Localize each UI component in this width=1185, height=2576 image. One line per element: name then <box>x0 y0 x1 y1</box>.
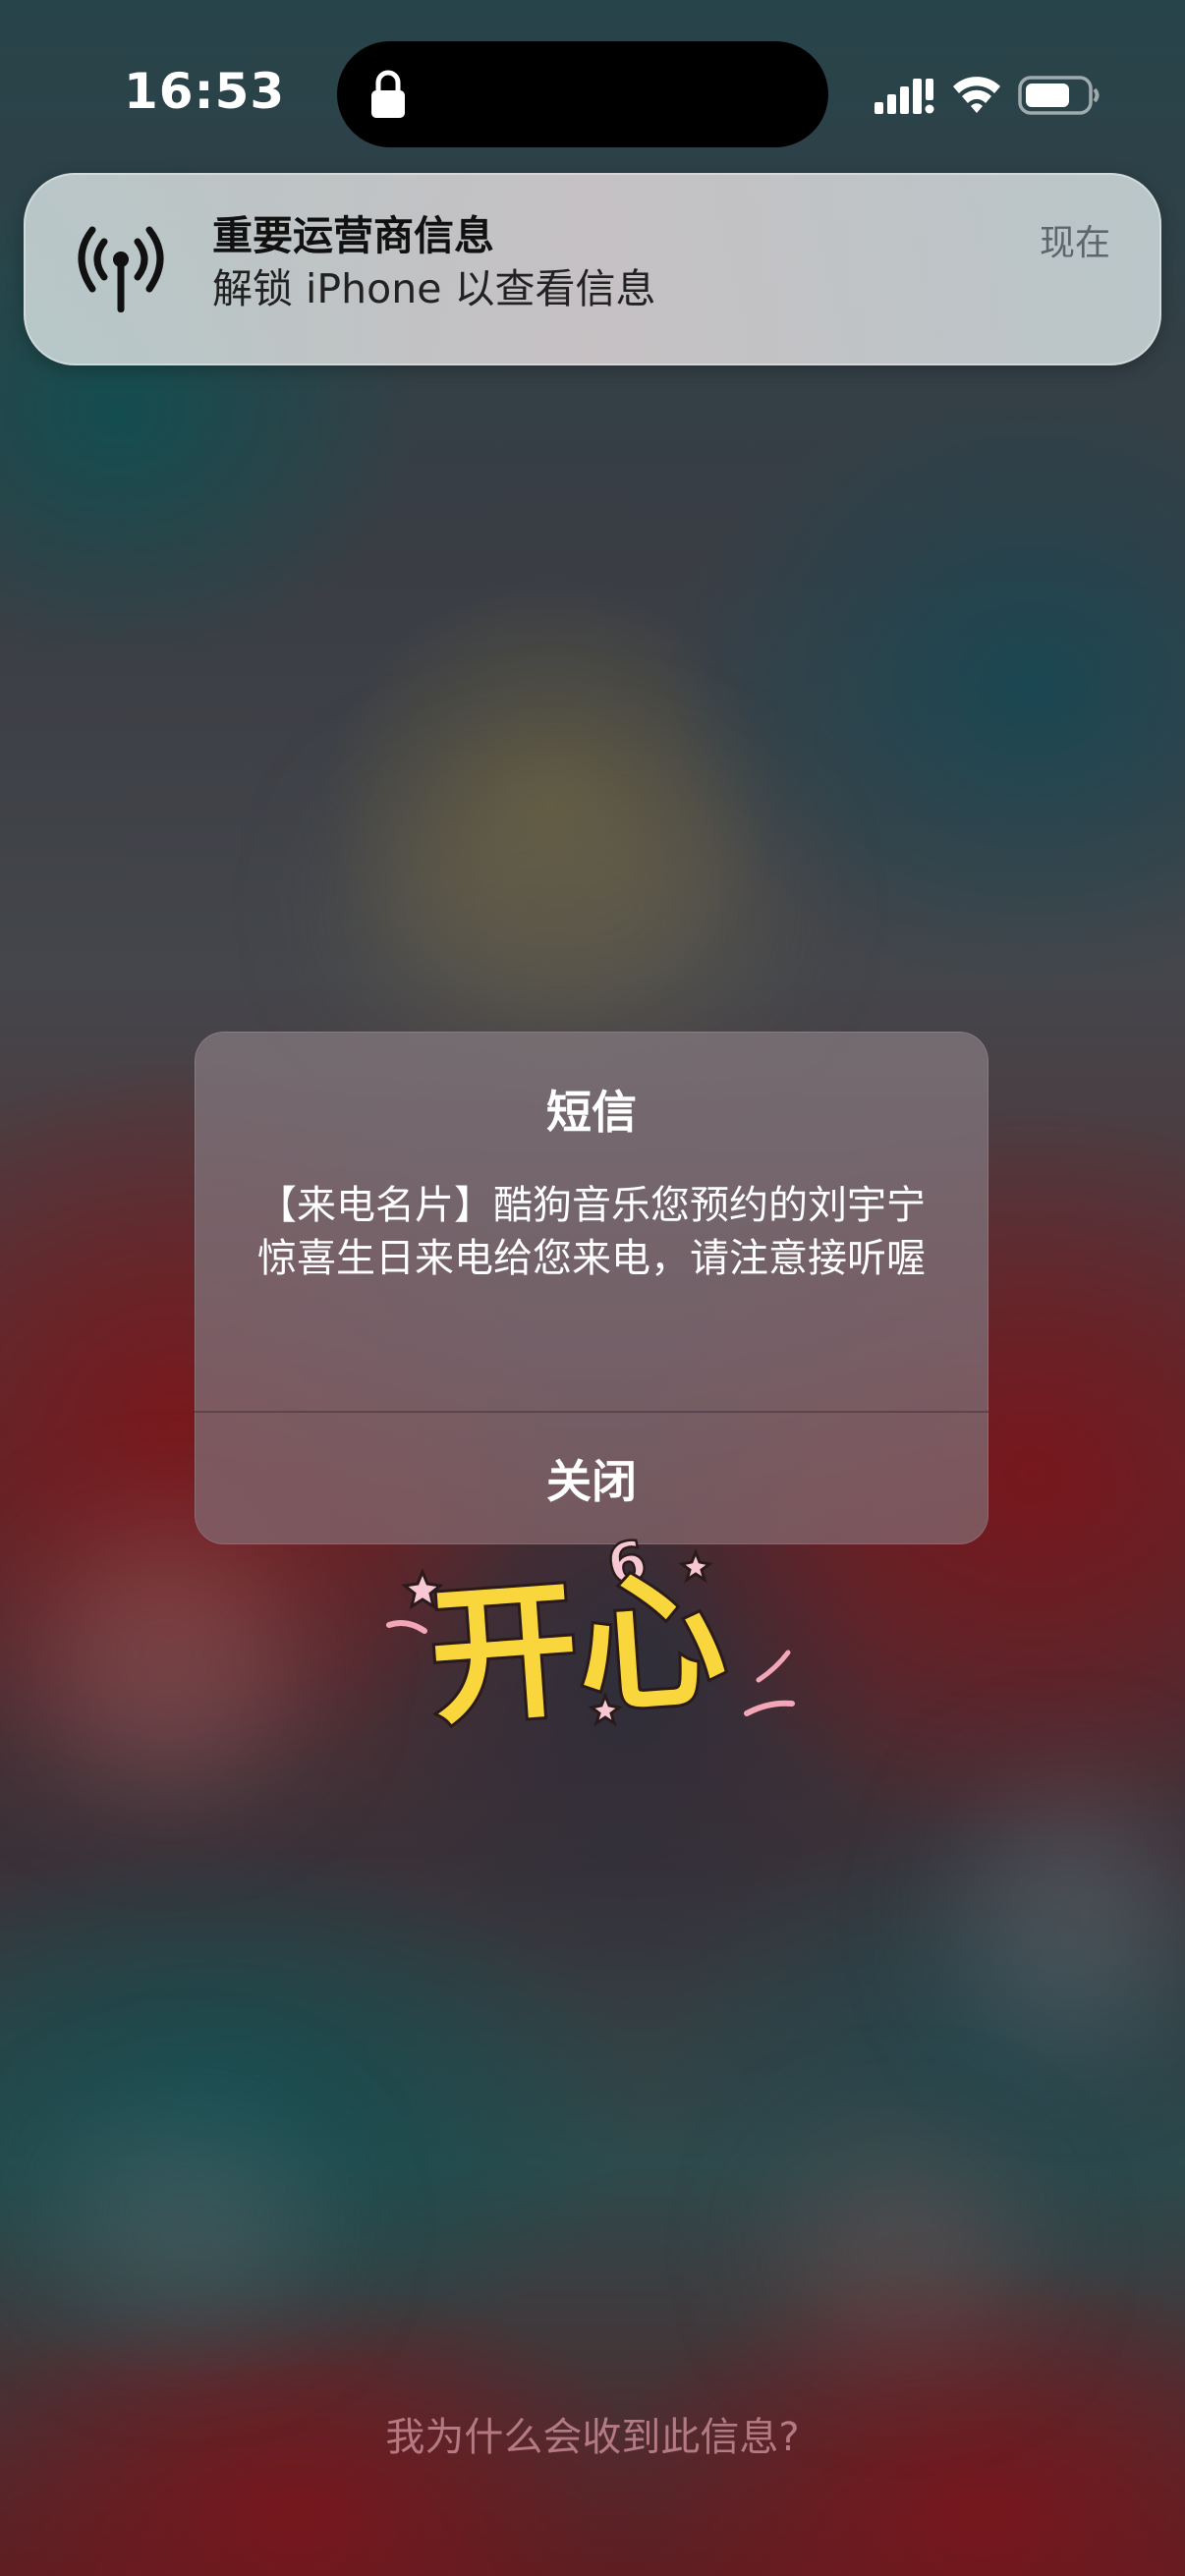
notification-body: 解锁 iPhone 以查看信息 <box>212 265 656 312</box>
sticker-text: 开心 <box>424 1554 730 1746</box>
sparkle-dash <box>756 1650 791 1683</box>
notification-time: 现在 <box>1039 223 1110 263</box>
sparkle-dash <box>386 1620 427 1634</box>
wifi-icon <box>953 77 1000 113</box>
sms-alert-dialog: 短信 【来电名片】酷狗音乐您预约的刘宇宁惊喜生日来电给您来电，请注意接听喔 关闭 <box>195 1032 988 1544</box>
status-time: 16:53 <box>124 63 286 120</box>
cellular-signal-icon <box>875 79 934 114</box>
sparkle-dash <box>744 1700 795 1716</box>
happy-sticker: 6 开心 <box>386 1527 795 1748</box>
antenna-broadcast-icon <box>78 226 164 312</box>
alert-title: 短信 <box>546 1086 637 1139</box>
carrier-notification-banner[interactable]: 重要运营商信息 解锁 iPhone 以查看信息 现在 <box>24 173 1161 365</box>
alert-message: 【来电名片】酷狗音乐您预约的刘宇宁惊喜生日来电给您来电，请注意接听喔 <box>257 1183 926 1281</box>
battery-icon <box>1018 76 1100 115</box>
lock-icon <box>371 70 405 118</box>
dynamic-island <box>337 41 828 147</box>
why-receive-message-link[interactable]: 我为什么会收到此信息? <box>0 2405 1185 2462</box>
status-bar: 16:53 <box>0 0 1185 187</box>
notification-title: 重要运营商信息 <box>212 212 494 259</box>
